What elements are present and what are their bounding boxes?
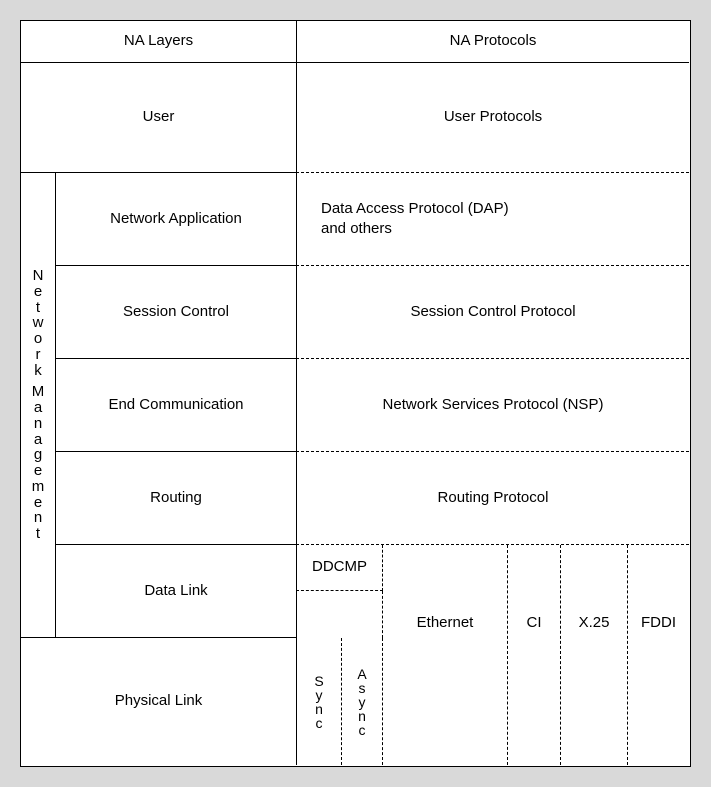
protocol-session-control: Session Control Protocol: [296, 266, 689, 359]
layer-session-control: Session Control: [55, 266, 296, 359]
protocol-network-application: Data Access Protocol (DAP) and others: [296, 173, 689, 266]
diagram-frame: NA Layers NA Protocols User User Protoco…: [20, 20, 691, 767]
protocol-ethernet: Ethernet: [383, 545, 508, 765]
sidebar-network-management: Network Management: [21, 173, 55, 638]
page: NA Layers NA Protocols User User Protoco…: [0, 0, 711, 787]
layer-network-application: Network Application: [55, 173, 296, 266]
protocol-routing: Routing Protocol: [296, 452, 689, 545]
layer-end-communication: End Communication: [55, 359, 296, 452]
protocol-async: Async: [342, 638, 383, 765]
protocol-x25: X.25: [561, 545, 628, 765]
layer-user: User: [21, 63, 296, 173]
layer-routing: Routing: [55, 452, 296, 545]
layer-physical-link: Physical Link: [21, 638, 296, 765]
protocol-ci: CI: [508, 545, 561, 765]
protocol-user: User Protocols: [296, 63, 689, 173]
protocol-end-communication: Network Services Protocol (NSP): [296, 359, 689, 452]
header-right: NA Protocols: [296, 21, 689, 63]
protocol-fddi: FDDI: [628, 545, 689, 765]
protocol-sync: Sync: [296, 638, 342, 765]
protocol-ddcmp-gap: [296, 591, 383, 638]
protocol-ddcmp: DDCMP: [296, 545, 383, 591]
layer-data-link: Data Link: [55, 545, 296, 638]
header-left: NA Layers: [21, 21, 296, 63]
